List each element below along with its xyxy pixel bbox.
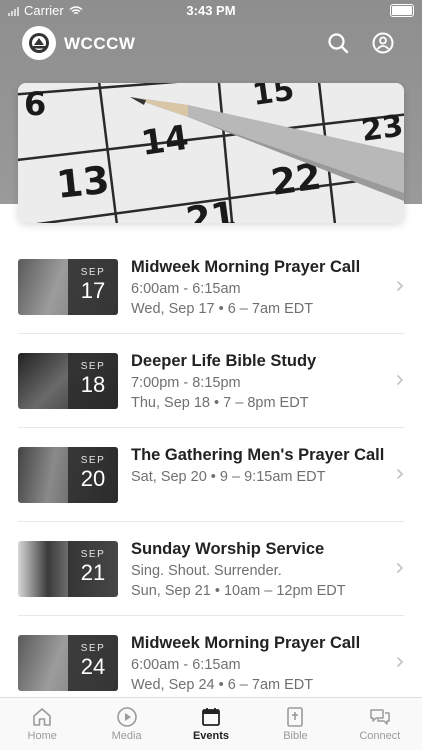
play-icon [116, 707, 137, 727]
event-thumbnail: SEP 18 [18, 353, 118, 409]
chevron-right-icon [396, 562, 404, 574]
app-bar: WCCCW [0, 26, 422, 62]
tab-connect[interactable]: Connect [338, 698, 422, 750]
event-thumbnail: SEP 20 [18, 447, 118, 503]
profile-icon [372, 32, 394, 54]
event-row[interactable]: SEP 20 The Gathering Men's Prayer Call S… [18, 428, 404, 522]
event-date: Wed, Sep 17 • 6 – 7am EDT [131, 301, 314, 317]
tab-bible[interactable]: Bible [253, 698, 337, 750]
event-title: Deeper Life Bible Study [131, 352, 317, 370]
calendar-pencil-image: 6 14 15 13 22 23 21 [18, 83, 404, 223]
hero-banner-calendar-image[interactable]: 6 14 15 13 22 23 21 [18, 83, 404, 223]
hero-number: 14 [139, 118, 191, 164]
events-list: SEP 17 Midweek Morning Prayer Call 6:00a… [0, 240, 422, 709]
search-button[interactable] [325, 30, 351, 56]
event-tagline: Sing. Shout. Surrender. [131, 563, 282, 579]
tab-media[interactable]: Media [84, 698, 168, 750]
event-row[interactable]: SEP 18 Deeper Life Bible Study 7:00pm - … [18, 334, 404, 428]
home-icon [33, 708, 52, 726]
church-logo[interactable] [22, 26, 56, 60]
tab-label: Connect [359, 730, 401, 742]
event-date-badge: SEP 20 [68, 447, 118, 503]
app-title: WCCCW [64, 34, 136, 53]
tab-label: Bible [283, 730, 308, 742]
event-title: Midweek Morning Prayer Call [131, 634, 361, 652]
tab-label: Events [192, 730, 230, 742]
event-time: 6:00am - 6:15am [131, 281, 241, 297]
event-title: The Gathering Men's Prayer Call [131, 446, 385, 464]
event-date-badge: SEP 17 [68, 259, 118, 315]
event-date: Sun, Sep 21 • 10am – 12pm EDT [131, 583, 346, 599]
logo-emblem-icon [29, 33, 49, 53]
event-date-badge: SEP 21 [68, 541, 118, 597]
search-icon [328, 33, 349, 54]
status-time: 3:43 PM [186, 3, 236, 18]
tab-bar: Home Media Events Bible Connect [0, 697, 422, 750]
chat-icon [370, 709, 390, 725]
status-bar: Carrier 3:43 PM [0, 0, 422, 22]
battery-icon [390, 4, 414, 17]
event-title: Midweek Morning Prayer Call [131, 258, 361, 276]
bible-icon [287, 707, 304, 727]
event-thumbnail: SEP 24 [18, 635, 118, 691]
chevron-right-icon [396, 656, 404, 668]
event-date-badge: SEP 18 [68, 353, 118, 409]
event-time: 7:00pm - 8:15pm [131, 375, 241, 391]
tab-label: Media [111, 730, 142, 742]
tab-events[interactable]: Events [169, 698, 253, 750]
profile-button[interactable] [370, 30, 396, 56]
event-row[interactable]: SEP 24 Midweek Morning Prayer Call 6:00a… [18, 616, 404, 709]
chevron-right-icon [396, 374, 404, 386]
event-row[interactable]: SEP 17 Midweek Morning Prayer Call 6:00a… [18, 240, 404, 334]
chevron-right-icon [396, 280, 404, 292]
tab-label: Home [27, 730, 57, 742]
event-title: Sunday Worship Service [131, 540, 325, 558]
calendar-icon [202, 708, 220, 726]
event-date: Sat, Sep 20 • 9 – 9:15am EDT [131, 469, 326, 485]
hero-number: 6 [24, 85, 46, 123]
tab-home[interactable]: Home [0, 698, 84, 750]
chevron-right-icon [396, 468, 404, 480]
event-date: Thu, Sep 18 • 7 – 8pm EDT [131, 395, 309, 411]
event-time: 6:00am - 6:15am [131, 657, 241, 673]
hero-number: 13 [54, 158, 111, 207]
event-date: Wed, Sep 24 • 6 – 7am EDT [131, 677, 314, 693]
event-thumbnail: SEP 17 [18, 259, 118, 315]
hero-number: 23 [359, 108, 404, 148]
event-thumbnail: SEP 21 [18, 541, 118, 597]
event-row[interactable]: SEP 21 Sunday Worship Service Sing. Shou… [18, 522, 404, 616]
event-date-badge: SEP 24 [68, 635, 118, 691]
